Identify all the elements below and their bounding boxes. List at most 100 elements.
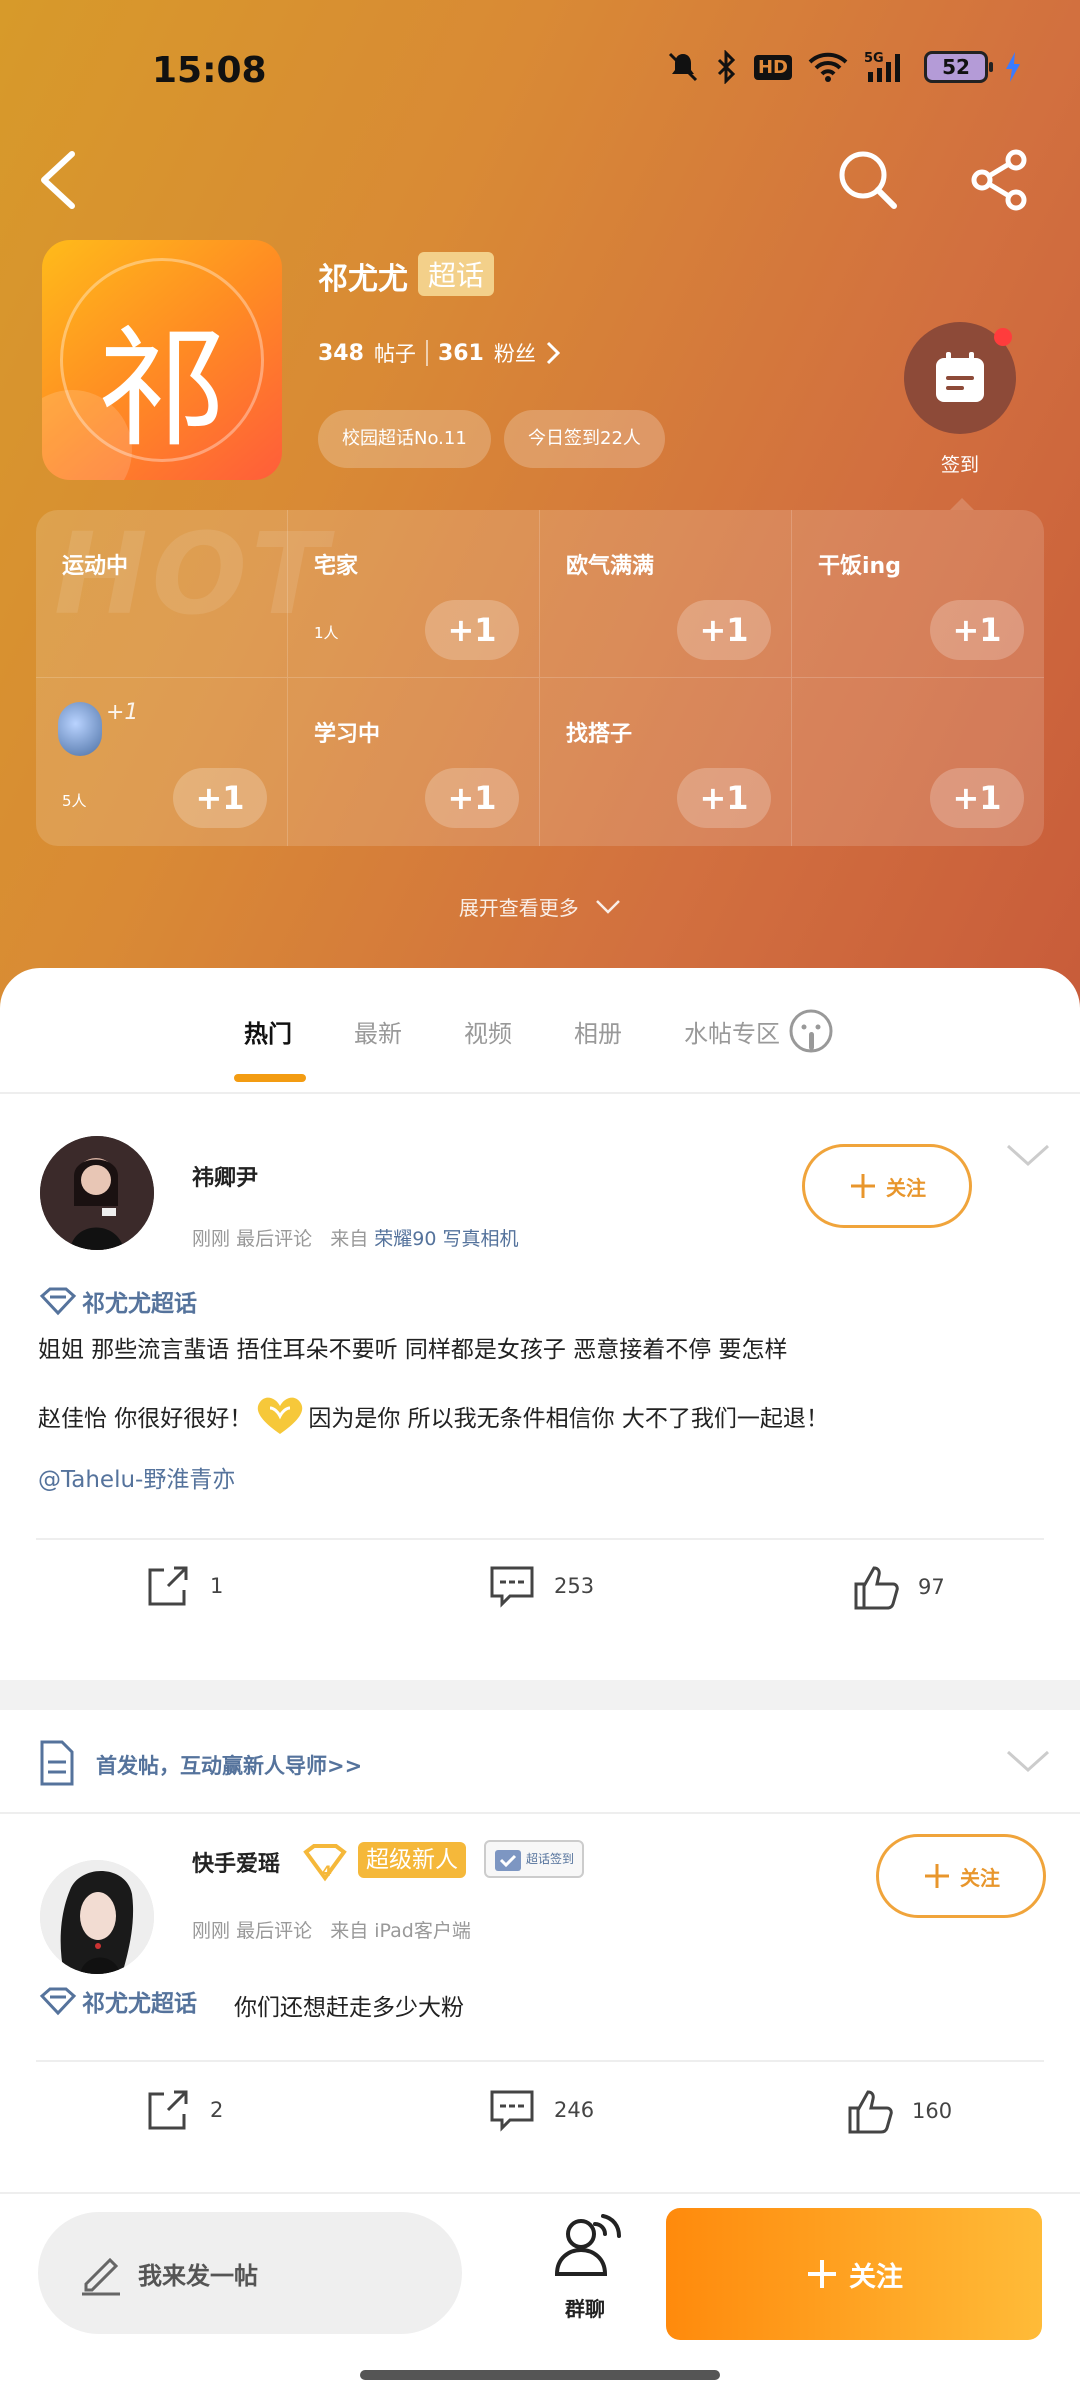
status-cell-label: 宅家 bbox=[314, 554, 359, 579]
status-cell-count: 5人 bbox=[62, 792, 87, 810]
compose-post-button[interactable]: 我来发一帖 bbox=[38, 2212, 462, 2334]
comment-action[interactable]: 253 bbox=[488, 1564, 594, 1608]
tab-album[interactable]: 相册 bbox=[574, 1014, 622, 1049]
topic-stats[interactable]: 348 帖子 361 粉丝 bbox=[318, 338, 560, 368]
share-icon[interactable] bbox=[968, 148, 1032, 212]
wifi-icon bbox=[808, 52, 848, 82]
plus-icon bbox=[925, 1864, 949, 1888]
post-text-line: 赵佳怡 你很好很好！ 因为是你 所以我无条件相信你 大不了我们一起退！ bbox=[38, 1394, 829, 1438]
calendar-icon bbox=[936, 352, 984, 402]
like-count: 160 bbox=[912, 2099, 953, 2123]
checkin-badge: 超话签到 bbox=[484, 1840, 585, 1878]
status-cell-homebody[interactable]: 宅家 1人 +1 bbox=[288, 510, 540, 678]
signal-icon: 5G bbox=[864, 51, 900, 82]
status-cell-find-buddy[interactable]: 找搭子 +1 bbox=[540, 678, 792, 846]
post-topic-tag[interactable]: 祁尤尤超话 bbox=[38, 1984, 197, 2018]
status-cell-label: 干饭ing bbox=[818, 554, 901, 579]
fans-count: 361 bbox=[437, 340, 484, 366]
status-cell-exercising-count[interactable]: +1 5人 +1 bbox=[36, 678, 288, 846]
post-text-segment: 赵佳怡 你很好很好！ bbox=[38, 1406, 253, 1432]
like-count: 97 bbox=[918, 1575, 945, 1599]
checkin-button[interactable] bbox=[904, 322, 1016, 434]
post-from-label: 来自 bbox=[330, 1920, 369, 1942]
share-action[interactable]: 2 bbox=[144, 2088, 223, 2132]
plus-one-button[interactable]: +1 bbox=[677, 600, 771, 660]
share-count: 1 bbox=[210, 1574, 224, 1598]
status-cell-exercising[interactable]: 运动中 bbox=[36, 510, 288, 678]
avatar[interactable] bbox=[40, 1860, 154, 1974]
chevron-down-icon[interactable] bbox=[1006, 1142, 1050, 1170]
posts-count: 348 bbox=[318, 340, 364, 366]
checkin-badge-label: 超话签到 bbox=[526, 1852, 575, 1866]
post-topic-tag[interactable]: 祁尤尤超话 bbox=[38, 1284, 197, 1318]
repost-icon bbox=[148, 1566, 188, 1606]
group-chat-icon bbox=[554, 2214, 621, 2276]
status-cell-eating[interactable]: 干饭ing +1 bbox=[792, 510, 1044, 678]
super-newbie-badge: 超级新人 bbox=[358, 1842, 466, 1878]
post-topic-tag-label: 祁尤尤超话 bbox=[82, 1991, 197, 2017]
tab-water-posts[interactable]: 水帖专区 bbox=[684, 1014, 780, 1049]
pen-icon bbox=[82, 2257, 120, 2296]
active-tab-indicator bbox=[234, 1074, 306, 1082]
plus-one-button[interactable]: +1 bbox=[930, 768, 1024, 828]
avatar bbox=[58, 702, 102, 756]
thumbs-up-icon bbox=[848, 2090, 893, 2134]
follow-label: 关注 bbox=[960, 1865, 1000, 1890]
expand-more-button[interactable]: 展开查看更多 bbox=[0, 892, 1080, 921]
share-action[interactable]: 1 bbox=[144, 1564, 223, 1608]
post-author-name[interactable]: 祎卿尹 bbox=[192, 1160, 258, 1192]
home-indicator[interactable] bbox=[360, 2370, 720, 2380]
follow-topic-label: 关注 bbox=[849, 2261, 903, 2293]
post-device: iPad客户端 bbox=[374, 1920, 471, 1942]
plus-one-button[interactable]: +1 bbox=[930, 600, 1024, 660]
bluetooth-icon bbox=[717, 50, 736, 84]
notification-dot bbox=[994, 328, 1012, 346]
comment-count: 253 bbox=[554, 1574, 595, 1598]
posts-label: 帖子 bbox=[373, 342, 416, 366]
shh-emoji-icon bbox=[789, 1009, 833, 1053]
chevron-down-icon bbox=[596, 900, 621, 914]
follow-topic-button[interactable]: 关注 bbox=[666, 2208, 1042, 2340]
status-cell-lucky[interactable]: 欧气满满 +1 bbox=[540, 510, 792, 678]
fans-label: 粉丝 bbox=[493, 342, 536, 366]
comment-icon bbox=[490, 2090, 534, 2132]
comment-action[interactable]: 246 bbox=[488, 2088, 594, 2132]
group-chat-button[interactable]: 群聊 bbox=[540, 2208, 630, 2322]
notice-banner[interactable]: 首发帖，互动赢新人导师>> bbox=[0, 1710, 1080, 1814]
rank-pill[interactable]: 校园超话No.11 bbox=[318, 410, 491, 468]
compose-label: 我来发一帖 bbox=[138, 2261, 258, 2290]
plus-one-button[interactable]: +1 bbox=[425, 768, 519, 828]
plus-one-button[interactable]: +1 bbox=[677, 768, 771, 828]
mention-link[interactable]: @Tahelu-野淮青亦 bbox=[38, 1460, 235, 1494]
status-cell-label: 运动中 bbox=[62, 554, 129, 579]
diamond-icon bbox=[39, 1287, 77, 1316]
participant-avatars: +1 bbox=[58, 702, 138, 756]
topic-logo: 祁 bbox=[42, 240, 282, 480]
like-action[interactable]: 160 bbox=[846, 2088, 952, 2134]
post-author-name[interactable]: 快手爱瑶 bbox=[192, 1846, 280, 1878]
status-cell-studying[interactable]: 学习中 +1 bbox=[288, 678, 540, 846]
repost-icon bbox=[148, 2090, 188, 2130]
avatar[interactable] bbox=[40, 1136, 154, 1250]
tab-video[interactable]: 视频 bbox=[464, 1014, 512, 1049]
tab-hot[interactable]: 热门 bbox=[244, 1014, 292, 1049]
plus-one-button[interactable]: +1 bbox=[425, 600, 519, 660]
svg-text:4: 4 bbox=[322, 1864, 332, 1880]
status-cell-label: 学习中 bbox=[314, 722, 381, 747]
post-last-comment: 最后评论 bbox=[236, 1920, 313, 1942]
like-action[interactable]: 97 bbox=[852, 1564, 945, 1610]
status-cell-count: 1人 bbox=[314, 624, 339, 642]
status-cell-empty[interactable]: +1 bbox=[792, 678, 1044, 846]
post-card[interactable]: 祎卿尹 刚刚 最后评论 来自 荣耀90 写真相机 关注 祁尤尤超话 姐姐 那些流… bbox=[0, 1094, 1080, 1648]
chevron-down-icon[interactable] bbox=[1006, 1748, 1050, 1776]
checkin-count-pill[interactable]: 今日签到22人 bbox=[504, 410, 665, 468]
post-text-segment: 因为是你 所以我无条件相信你 大不了我们一起退！ bbox=[308, 1406, 829, 1432]
hd-icon: HD bbox=[753, 54, 792, 80]
follow-button[interactable]: 关注 bbox=[876, 1834, 1046, 1918]
back-icon[interactable] bbox=[36, 148, 84, 212]
post-card[interactable]: 快手爱瑶 4 超级新人 超话签到 刚刚 最后评论 来自 iPad客户端 关注 祁… bbox=[0, 1816, 1080, 2186]
follow-button[interactable]: 关注 bbox=[802, 1144, 972, 1228]
search-icon[interactable] bbox=[836, 148, 900, 212]
plus-one-button[interactable]: +1 bbox=[173, 768, 267, 828]
tab-latest[interactable]: 最新 bbox=[354, 1014, 402, 1049]
